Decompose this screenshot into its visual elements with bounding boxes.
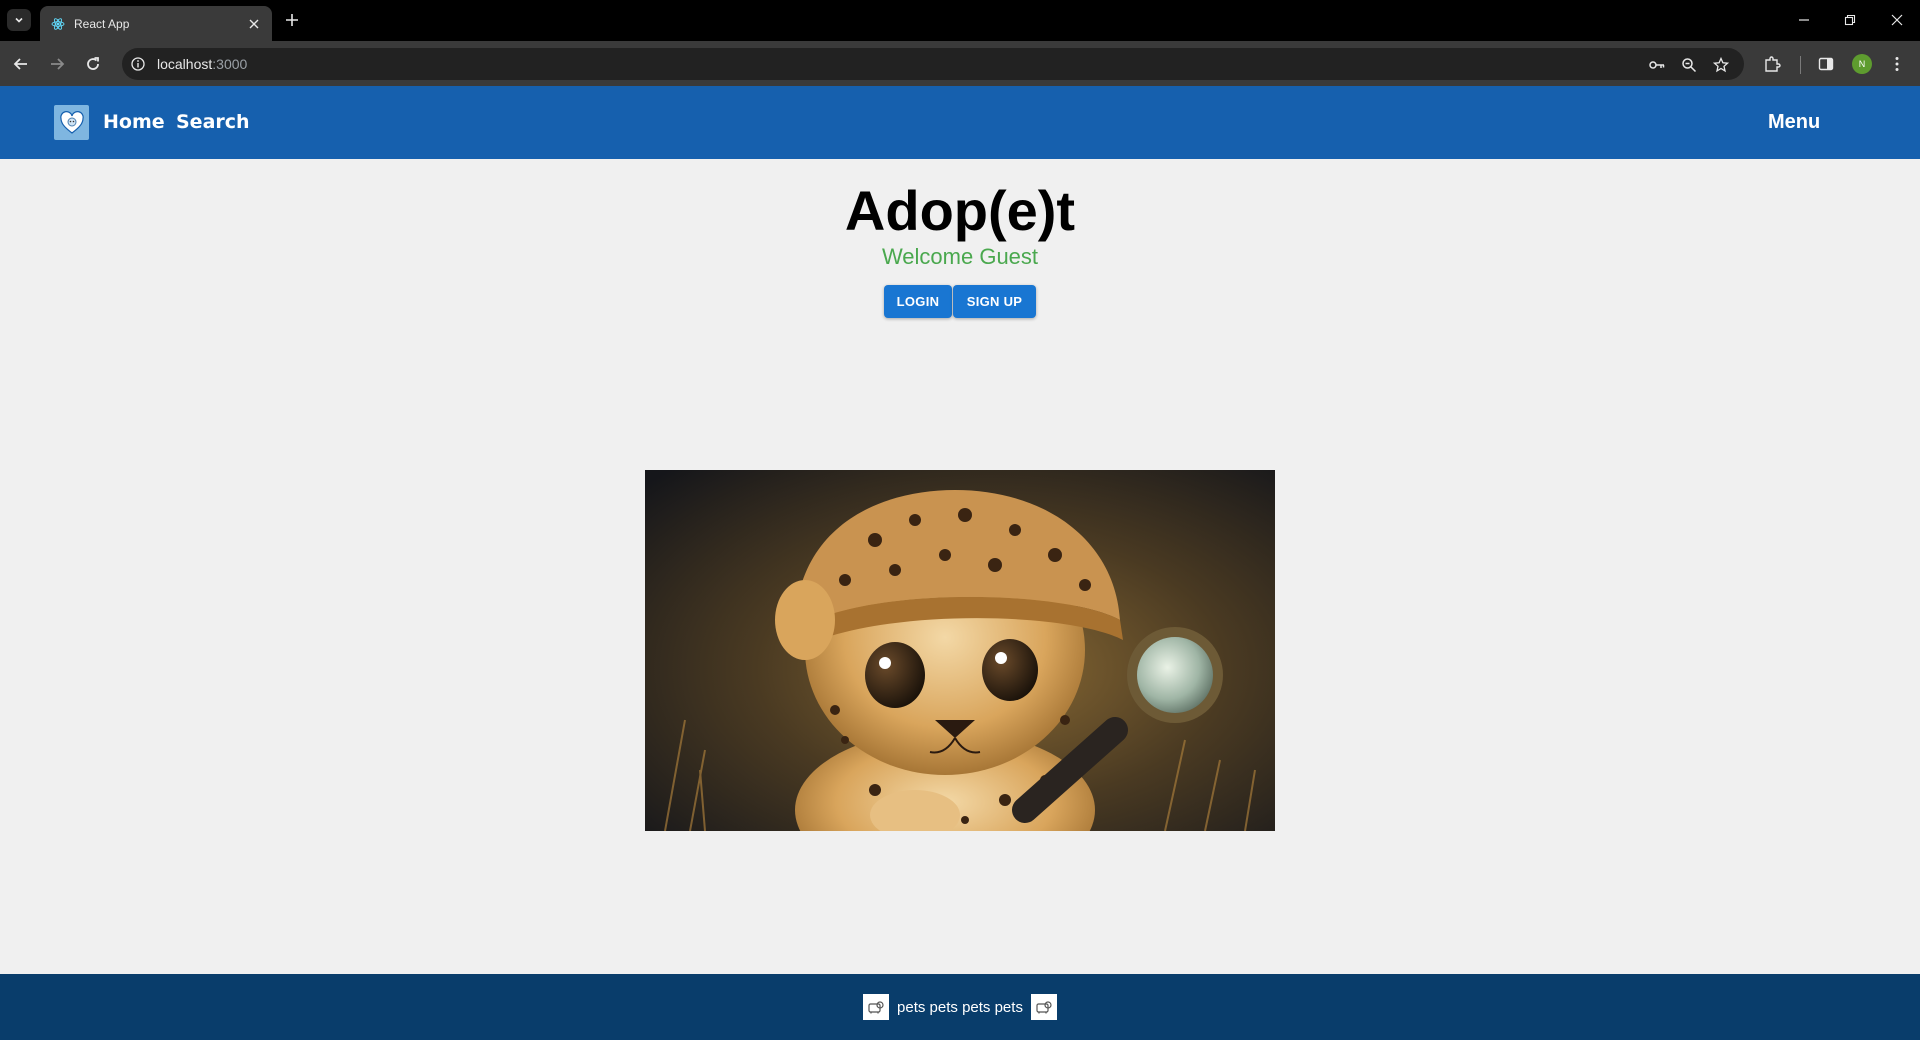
tab-list-button[interactable] (7, 9, 31, 31)
reload-button[interactable] (82, 53, 104, 75)
menu-button[interactable]: Menu (1768, 111, 1820, 134)
footer-text: pets pets pets pets (897, 998, 1023, 1016)
address-bar[interactable]: localhost:3000 (122, 48, 1744, 80)
new-tab-button[interactable] (282, 10, 302, 30)
plus-icon (286, 14, 298, 26)
toolbar-separator (1800, 56, 1801, 74)
kebab-menu-icon[interactable] (1886, 53, 1908, 75)
extensions-icon[interactable] (1761, 53, 1783, 75)
pet-icon (1030, 994, 1057, 1020)
minimize-button[interactable] (1794, 10, 1814, 30)
close-icon[interactable] (246, 16, 262, 32)
reload-icon (87, 57, 99, 70)
auth-button-group: LOGIN SIGN UP (884, 285, 1036, 318)
forward-button[interactable] (46, 53, 68, 75)
signup-button[interactable]: SIGN UP (953, 285, 1036, 318)
forward-arrow-icon (51, 58, 65, 70)
password-key-icon[interactable] (1648, 56, 1666, 74)
url-host: localhost (157, 56, 213, 72)
react-favicon-icon (50, 16, 66, 32)
profile-avatar[interactable]: N (1852, 54, 1872, 74)
restore-icon (1844, 14, 1856, 26)
footer-content: pets pets pets pets (0, 994, 1920, 1020)
tab-list-icon (15, 17, 23, 23)
minimize-icon (1799, 19, 1809, 21)
nav-home-link[interactable]: Home (103, 111, 165, 133)
back-button[interactable] (10, 53, 32, 75)
restore-button[interactable] (1840, 10, 1860, 30)
logo-icon[interactable] (54, 105, 89, 140)
info-icon[interactable] (130, 56, 146, 72)
url-port: :3000 (212, 56, 248, 72)
tab-title: React App (74, 16, 130, 31)
browser-tab-bar: React App (0, 0, 1920, 41)
window-close-button[interactable] (1887, 10, 1907, 30)
hero-image (645, 470, 1275, 831)
window-close-icon (1891, 14, 1903, 26)
footer: pets pets pets pets (0, 974, 1920, 1040)
app-header: Home Search Menu (0, 86, 1920, 159)
login-button[interactable]: LOGIN (884, 285, 952, 318)
back-arrow-icon (13, 58, 27, 70)
zoom-icon[interactable] (1680, 56, 1698, 74)
browser-tab[interactable]: React App (40, 6, 272, 41)
pet-icon (863, 994, 890, 1020)
nav-search-link[interactable]: Search (176, 111, 250, 133)
star-icon[interactable] (1712, 56, 1730, 74)
url-text: localhost:3000 (157, 56, 247, 72)
page-title: Adop(e)t (844, 179, 1076, 242)
welcome-message: Welcome Guest (881, 244, 1039, 269)
side-panel-icon[interactable] (1815, 53, 1837, 75)
browser-toolbar: localhost:3000 N (0, 41, 1920, 86)
